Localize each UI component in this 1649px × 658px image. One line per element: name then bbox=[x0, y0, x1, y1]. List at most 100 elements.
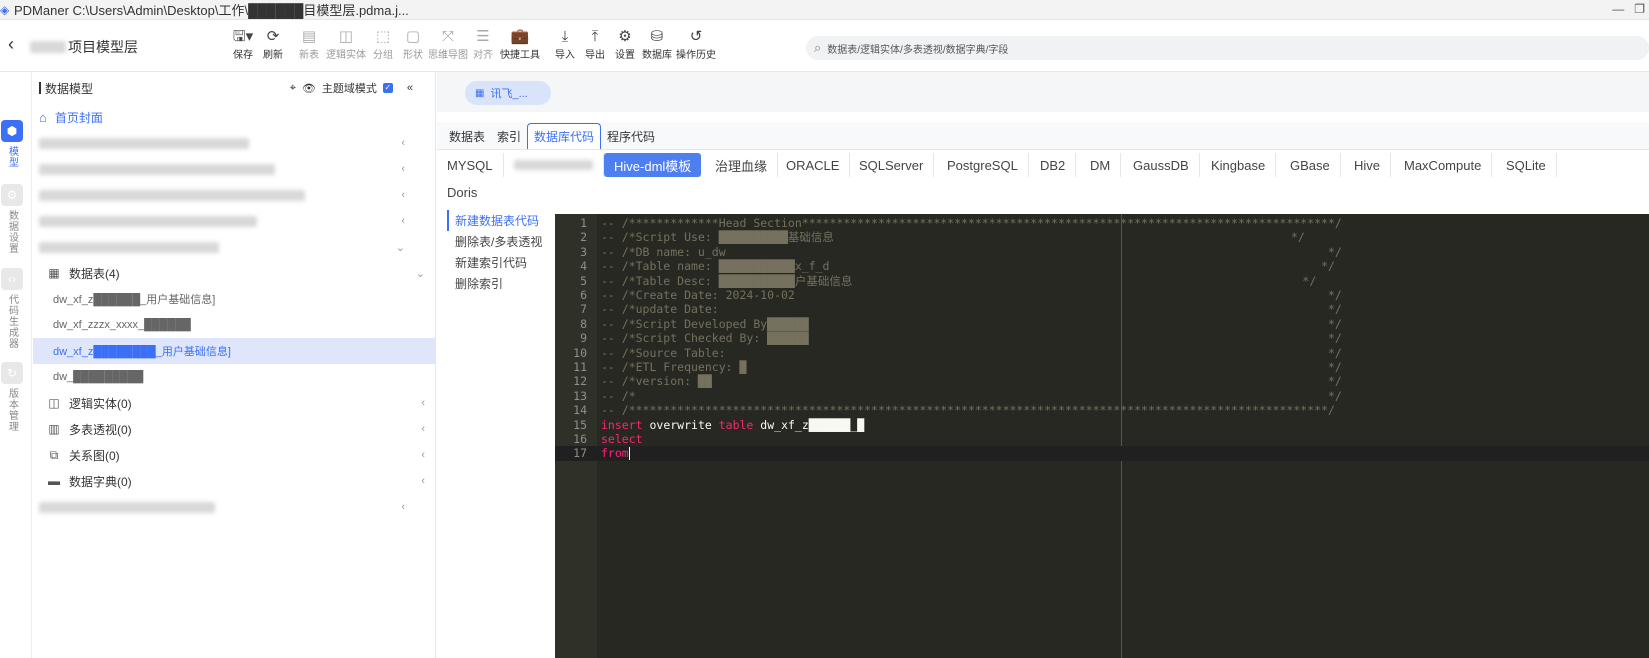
tree-tables-group[interactable]: ▦ 数据表(4) ⌄ bbox=[33, 260, 435, 286]
tree-topic-5[interactable]: ⌄ bbox=[33, 234, 435, 260]
database-icon: ⛁ bbox=[650, 28, 664, 45]
dictionary-label: 数据字典(0) bbox=[69, 474, 132, 489]
save-label: 保存 bbox=[233, 50, 253, 61]
tree-table-item[interactable]: dw_█████████ bbox=[33, 364, 435, 390]
table-item-label: dw_█████████ bbox=[53, 371, 144, 383]
tree-relation-group[interactable]: ⧉ 关系图(0) ‹ bbox=[33, 442, 435, 468]
rail-code-gen[interactable]: ‹› 代码生成器 bbox=[1, 268, 23, 349]
mindmap-button[interactable]: ⤧ 思维导图 bbox=[428, 28, 468, 61]
collapse-sidebar-icon[interactable]: « bbox=[407, 82, 413, 94]
dbtab-dm[interactable]: DM bbox=[1080, 153, 1122, 177]
toolbox-button[interactable]: 💼 快捷工具 bbox=[498, 28, 542, 61]
restore-icon[interactable]: ❐ bbox=[1634, 2, 1645, 16]
dbtab-db2[interactable]: DB2 bbox=[1030, 153, 1077, 177]
database-label: 数据库 bbox=[642, 50, 672, 61]
blurred-text bbox=[39, 241, 219, 253]
dbtab-kingbase[interactable]: Kingbase bbox=[1201, 153, 1277, 177]
dbtab-hive[interactable]: Hive bbox=[1344, 153, 1392, 177]
dbtab-sqlserver[interactable]: SQLServer bbox=[849, 153, 935, 177]
line-number: 16 bbox=[573, 432, 587, 446]
tree-pivot-group[interactable]: ▥ 多表透视(0) ‹ bbox=[33, 416, 435, 442]
back-arrow-icon[interactable]: ‹ bbox=[8, 34, 14, 55]
save-button[interactable]: 🖫▾ 保存 bbox=[228, 28, 258, 61]
chevron-down-icon: ⌄ bbox=[395, 241, 405, 254]
dbtab-lineage[interactable]: 治理血缘 bbox=[705, 153, 779, 177]
tree-table-item[interactable]: dw_xf_zzzx_xxxx_██████ bbox=[33, 312, 435, 338]
code-line: 1 -- /*************Head Section**********… bbox=[555, 216, 1649, 231]
dbtab-postgresql[interactable]: PostgreSQL bbox=[937, 153, 1029, 177]
dbtab-doris[interactable]: Doris bbox=[437, 180, 487, 204]
global-search-input[interactable]: ⌕ 数据表/逻辑实体/多表透视/数据字典/字段 bbox=[806, 36, 1649, 60]
settings-button[interactable]: ⚙ 设置 bbox=[610, 28, 640, 61]
rail-data-settings[interactable]: ⚙ 数据设置 bbox=[1, 184, 23, 254]
group-icon: ⬚ bbox=[375, 28, 391, 45]
database-button[interactable]: ⛁ 数据库 bbox=[640, 28, 674, 61]
code-line: 7 -- /*update Date: */ bbox=[555, 302, 1649, 317]
tree-dictionary-group[interactable]: ▬ 数据字典(0) ‹ bbox=[33, 468, 435, 494]
table-item-label: dw_xf_zzzx_xxxx_██████ bbox=[53, 319, 191, 331]
dbtab-sqlite[interactable]: SQLite bbox=[1496, 153, 1557, 177]
nav-drop-index[interactable]: 删除索引 bbox=[437, 273, 555, 294]
locate-icon[interactable]: ⌖ bbox=[290, 82, 296, 95]
window-titlebar: ◈ PDManer C:\Users\Admin\Desktop\工作\████… bbox=[0, 0, 1649, 20]
tree-table-item-selected[interactable]: dw_xf_z████████_用户基础信息] bbox=[33, 338, 435, 364]
line-number: 5 bbox=[580, 273, 587, 288]
chevron-left-icon: ‹ bbox=[401, 163, 405, 175]
home-cover-item[interactable]: ⌂ 首页封面 bbox=[33, 104, 435, 130]
minimize-icon[interactable]: — bbox=[1612, 2, 1624, 16]
dictionary-icon: ▬ bbox=[48, 474, 60, 488]
align-label: 对齐 bbox=[473, 50, 493, 61]
code-text: from bbox=[601, 446, 630, 461]
tree-topic-1[interactable]: ‹ bbox=[33, 130, 435, 156]
blurred-text bbox=[39, 137, 249, 149]
align-icon: ☰ bbox=[476, 28, 490, 45]
dbtab-hive-dml[interactable]: Hive-dml模板 bbox=[604, 153, 702, 177]
export-label: 导出 bbox=[585, 50, 605, 61]
dbtab-oracle[interactable]: ORACLE bbox=[776, 153, 851, 177]
import-button[interactable]: ⤓ 导入 bbox=[550, 28, 580, 61]
doc-tab-active[interactable]: ▦ 讯飞_... bbox=[465, 81, 551, 105]
logic-entity-button[interactable]: ◫ 逻辑实体 bbox=[324, 28, 368, 61]
tab-data-table[interactable]: 数据表 bbox=[443, 123, 491, 149]
chevron-left-icon: ‹ bbox=[401, 215, 405, 227]
tree-topic-2[interactable]: ‹ bbox=[33, 156, 435, 182]
group-button[interactable]: ⬚ 分组 bbox=[368, 28, 398, 61]
align-button[interactable]: ☰ 对齐 bbox=[468, 28, 498, 61]
database-type-tabs: MYSQL Hive-dml模板 治理血缘 ORACLE SQLServer P… bbox=[437, 152, 1649, 208]
eye-icon[interactable]: 👁 bbox=[302, 82, 316, 95]
tab-index[interactable]: 索引 bbox=[491, 123, 527, 149]
tab-program-code[interactable]: 程序代码 bbox=[601, 123, 661, 149]
tree-logic-entity-group[interactable]: ◫ 逻辑实体(0) ‹ bbox=[33, 390, 435, 416]
dbtab-gaussdb[interactable]: GaussDB bbox=[1123, 153, 1200, 177]
dbtab-maxcompute[interactable]: MaxCompute bbox=[1394, 153, 1493, 177]
export-button[interactable]: ⤒ 导出 bbox=[580, 28, 610, 61]
theme-mode-checkbox[interactable]: ✓ bbox=[382, 83, 393, 93]
refresh-button[interactable]: ⟳ 刷新 bbox=[258, 28, 288, 61]
shape-button[interactable]: ▢ 形状 bbox=[398, 28, 428, 61]
nav-create-table-code[interactable]: 新建数据表代码 bbox=[447, 210, 555, 231]
tab-db-code[interactable]: 数据库代码 bbox=[527, 123, 602, 149]
code-editor[interactable]: 1 -- /*************Head Section**********… bbox=[555, 214, 1649, 658]
rail-model[interactable]: ⬢ 模型 bbox=[1, 120, 23, 168]
tree-topic-3[interactable]: ‹ bbox=[33, 182, 435, 208]
code-line: 4 -- /*Table name: ███████████x_f_d */ bbox=[555, 259, 1649, 274]
code-text: -- /*DB name: u_dw */ bbox=[601, 244, 1342, 259]
rail-version[interactable]: ↻ 版本管理 bbox=[1, 362, 23, 432]
blurred-text bbox=[39, 163, 275, 175]
table-grid-icon: ▦ bbox=[48, 266, 60, 280]
code-line: 6 -- /*Create Date: 2024-10-02 */ bbox=[555, 288, 1649, 303]
dbtab-blurred[interactable] bbox=[504, 153, 604, 177]
tree-table-item[interactable]: dw_xf_z██████_用户基础信息] bbox=[33, 286, 435, 312]
dbtab-gbase[interactable]: GBase bbox=[1280, 153, 1341, 177]
nav-drop-table[interactable]: 删除表/多表透视 bbox=[437, 231, 555, 252]
nav-create-index-code[interactable]: 新建索引代码 bbox=[437, 252, 555, 273]
line-number: 8 bbox=[580, 316, 587, 331]
export-icon: ⤒ bbox=[591, 28, 599, 45]
new-table-button[interactable]: ▤ 新表 bbox=[294, 28, 324, 61]
new-table-label: 新表 bbox=[299, 50, 319, 61]
tree-topic-6[interactable]: ‹ bbox=[33, 494, 435, 520]
dbtab-mysql[interactable]: MYSQL bbox=[437, 153, 504, 177]
tree-topic-4[interactable]: ‹ bbox=[33, 208, 435, 234]
mindmap-label: 思维导图 bbox=[428, 50, 468, 61]
history-button[interactable]: ↺ 操作历史 bbox=[674, 28, 718, 61]
